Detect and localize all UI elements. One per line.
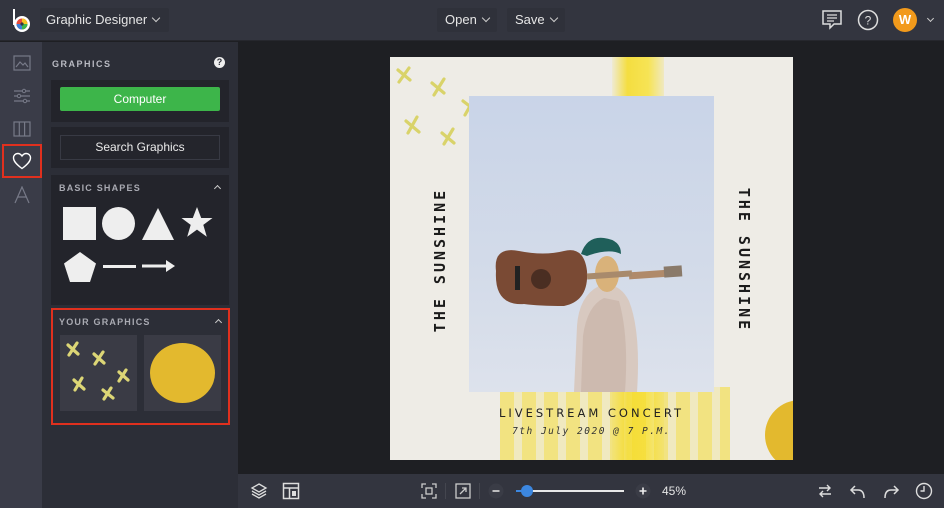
tool-rail (0, 42, 42, 508)
chevron-down-icon[interactable] (926, 14, 935, 23)
chevron-down-icon (151, 13, 161, 23)
rail-item-graphics[interactable] (2, 144, 42, 178)
shape-arrow[interactable] (142, 259, 176, 273)
app-logo[interactable] (10, 8, 34, 34)
columns-icon (13, 121, 31, 137)
undo-icon[interactable] (849, 482, 867, 500)
shape-triangle[interactable] (141, 207, 175, 241)
panel-title: GRAPHICS (52, 59, 112, 69)
heart-icon (12, 152, 32, 170)
app-name: Graphic Designer (46, 12, 148, 27)
save-menu-button[interactable]: Save (507, 8, 565, 32)
graphic-thumb-circle[interactable] (144, 335, 221, 411)
zoom-out-icon[interactable] (487, 482, 505, 500)
zoom-slider[interactable] (516, 485, 624, 497)
divider (445, 483, 446, 499)
brush-stroke (500, 387, 730, 460)
zoom-in-icon[interactable] (634, 482, 652, 500)
user-avatar[interactable]: W (893, 8, 917, 32)
redo-icon[interactable] (882, 482, 900, 500)
computer-upload-button[interactable]: Computer (60, 87, 220, 111)
shape-line[interactable] (103, 265, 136, 268)
collapse-icon[interactable] (213, 184, 222, 193)
graphic-thumb-crosses[interactable] (60, 335, 137, 411)
feedback-icon[interactable] (820, 8, 844, 32)
computer-upload-card: Computer (51, 80, 229, 122)
date-text[interactable]: 7th July 2020 @ 7 P.M. (390, 426, 793, 437)
history-icon[interactable] (915, 482, 933, 500)
guitarist-illustration (495, 237, 683, 392)
top-bar: Graphic Designer Open Save ? W (0, 0, 944, 41)
help-icon[interactable]: ? (214, 57, 225, 68)
rail-item-adjustments[interactable] (2, 79, 42, 113)
search-graphics-card: Search Graphics (51, 127, 229, 168)
headline-text[interactable]: LIVESTREAM CONCERT (390, 406, 793, 420)
divider (479, 483, 480, 499)
zoom-slider-knob[interactable] (520, 485, 533, 497)
bottom-toolbar: 45% (238, 474, 944, 508)
sliders-icon (14, 88, 30, 104)
layers-icon[interactable] (250, 482, 268, 500)
vertical-title-left[interactable]: THE SUNSHINE (431, 188, 449, 332)
your-graphics-title: YOUR GRAPHICS (59, 317, 151, 327)
photo-guitarist[interactable] (469, 96, 714, 392)
your-graphics-section: YOUR GRAPHICS (51, 308, 230, 425)
shape-pentagon[interactable] (63, 251, 97, 283)
text-icon (14, 186, 30, 204)
swap-icon[interactable] (816, 482, 834, 500)
basic-shapes-title: BASIC SHAPES (59, 183, 141, 193)
design-canvas[interactable]: THE SUNSHINE THE SUNSHINE LIVESTREAM CON… (390, 57, 793, 460)
svg-text:?: ? (865, 14, 872, 28)
fit-to-screen-icon[interactable] (420, 482, 438, 500)
expand-icon[interactable] (454, 482, 472, 500)
chevron-down-icon (549, 13, 558, 23)
graphics-panel: GRAPHICS ? Computer Search Graphics BASI… (42, 42, 238, 508)
collapse-icon[interactable] (214, 318, 223, 327)
vertical-title-right[interactable]: THE SUNSHINE (735, 188, 753, 332)
help-icon[interactable]: ? (856, 8, 880, 32)
crosses-graphic (66, 341, 130, 401)
rail-item-frames[interactable] (2, 112, 42, 146)
search-graphics-button[interactable]: Search Graphics (60, 135, 220, 160)
image-icon (13, 55, 31, 71)
shape-circle[interactable] (102, 207, 135, 240)
shape-star[interactable] (180, 206, 214, 240)
basic-shapes-section: BASIC SHAPES (51, 175, 229, 305)
layout-icon[interactable] (282, 482, 300, 500)
circle-graphic (150, 343, 215, 403)
chevron-down-icon (481, 13, 491, 23)
save-label: Save (515, 12, 545, 27)
open-label: Open (445, 12, 477, 27)
zoom-percent: 45% (662, 484, 687, 498)
shape-square[interactable] (63, 207, 96, 240)
open-menu-button[interactable]: Open (437, 8, 497, 32)
app-switcher-menu[interactable]: Graphic Designer (40, 8, 170, 32)
rail-item-image[interactable] (2, 46, 42, 80)
rail-item-text[interactable] (2, 178, 42, 212)
